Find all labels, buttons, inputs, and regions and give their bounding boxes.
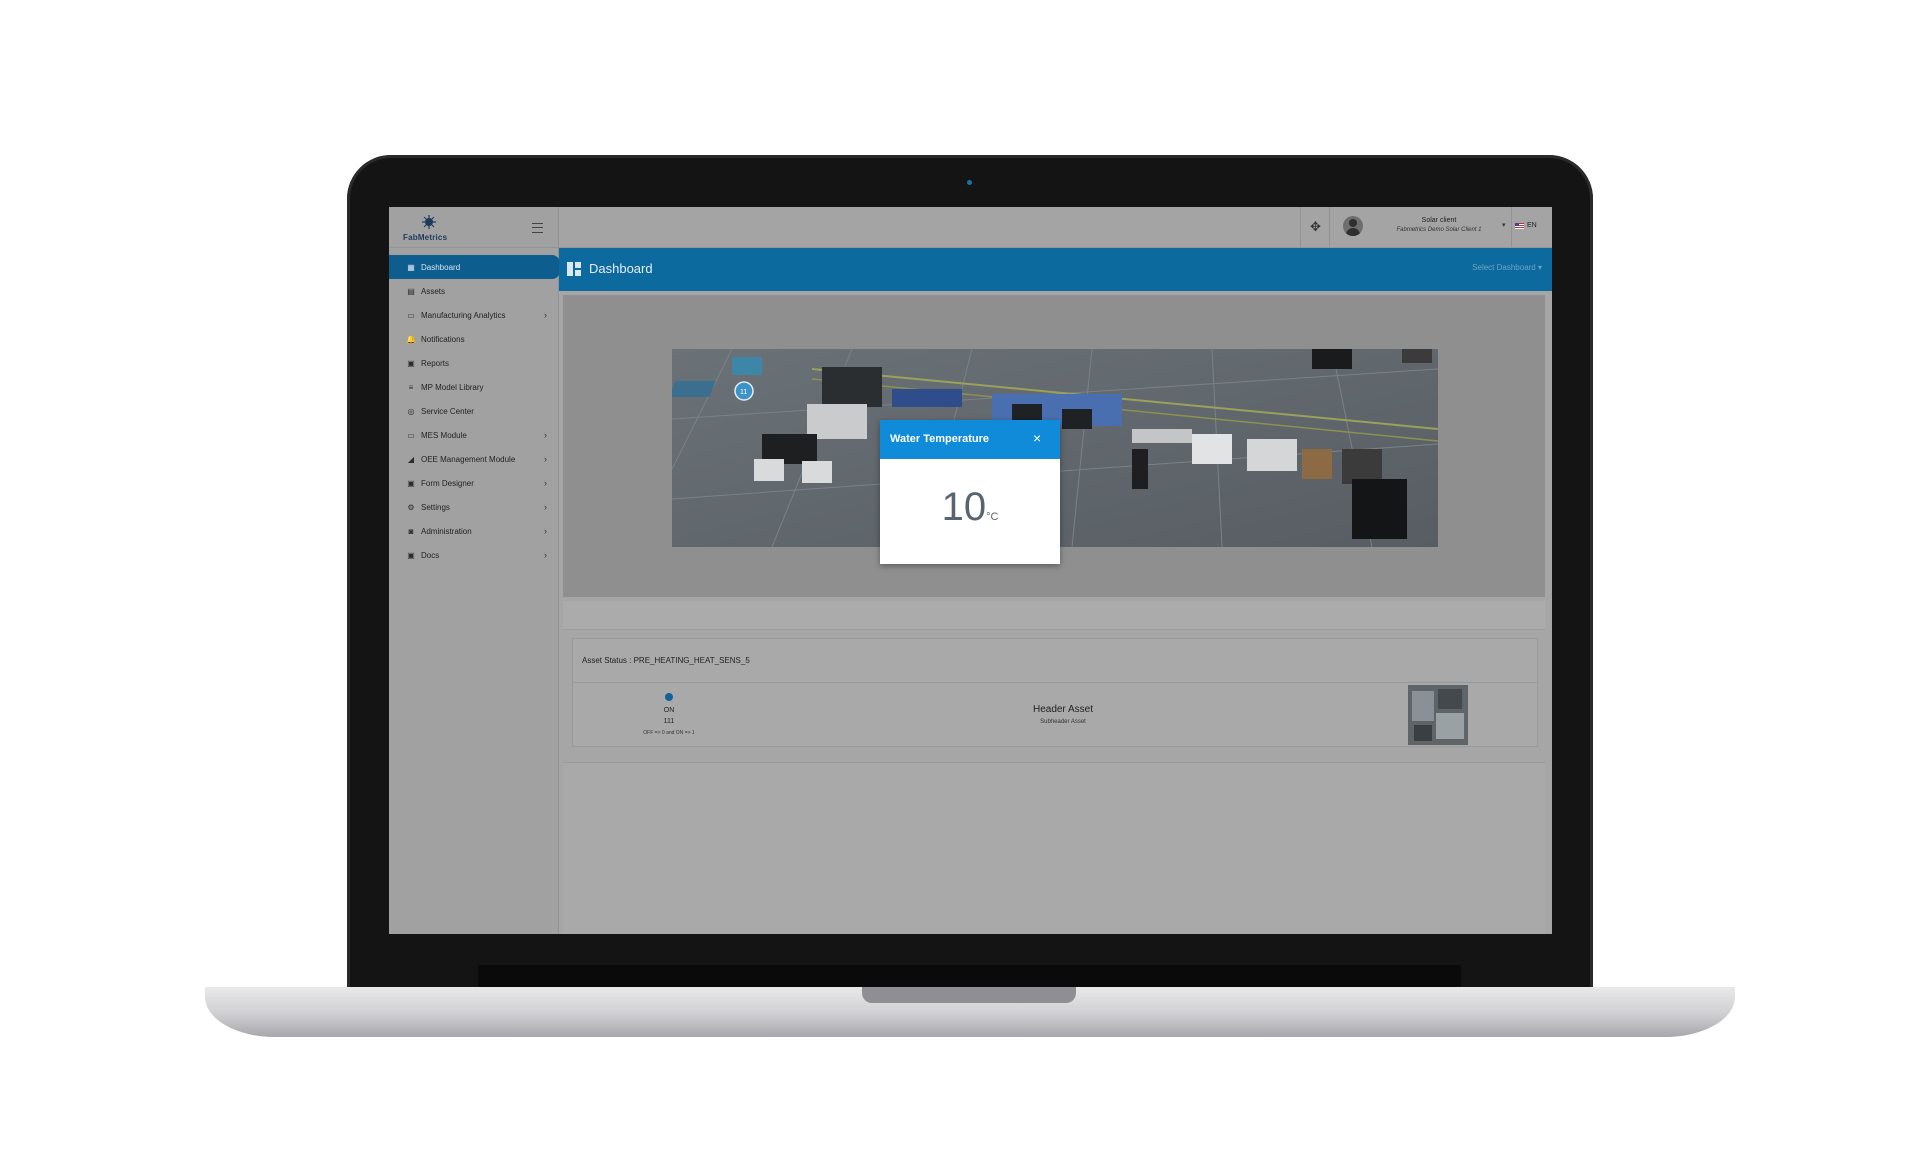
- chevron-right-icon[interactable]: ›: [544, 526, 558, 536]
- asset-status-row: ON 111 OFF => 0 and ON => 1 Header Asset…: [573, 682, 1537, 747]
- asset-header: Header Asset: [1032, 704, 1094, 715]
- modal-header: Water Temperature ×: [880, 420, 1060, 459]
- topbar-divider: [1329, 207, 1330, 247]
- select-dashboard-label[interactable]: Select Dashboard: [1472, 263, 1536, 272]
- doc-icon: ▣: [407, 550, 415, 560]
- sidebar-item-label: Form Designer: [421, 478, 474, 488]
- close-icon[interactable]: ×: [1033, 431, 1041, 445]
- status-indicator-icon: [665, 693, 673, 701]
- temperature-unit: °C: [986, 511, 999, 523]
- chart-icon: ◢: [407, 454, 415, 464]
- language-selector[interactable]: EN: [1527, 222, 1537, 229]
- sidebar-item-label: Settings: [421, 502, 450, 512]
- chevron-right-icon[interactable]: ›: [544, 502, 558, 512]
- sidebar-nav: ▦ Dashboard ▤ Assets ▭ Manufacturing Analytic…: [389, 255, 560, 567]
- camera-icon: [967, 180, 972, 185]
- asset-status-title: Asset Status : PRE_HEATING_HEAT_SENS_5: [582, 656, 750, 665]
- status-rule: OFF => 0 and ON => 1: [643, 730, 695, 736]
- top-bar: ✥ Solar client Fabmetrics Demo Solar Cli…: [559, 207, 1552, 248]
- target-icon: ◎: [407, 406, 415, 416]
- sidebar-item-manufacturing-analytics[interactable]: ▭ Manufacturing Analytics ›: [389, 303, 558, 327]
- status-label: ON: [663, 707, 675, 714]
- modal-title: Water Temperature: [890, 433, 990, 445]
- topbar-divider: [1300, 207, 1301, 247]
- report-icon: ▣: [407, 358, 415, 368]
- chevron-down-icon[interactable]: ▾: [1502, 221, 1506, 229]
- lower-panel: [563, 762, 1545, 934]
- chevron-right-icon[interactable]: ›: [544, 454, 558, 464]
- chevron-right-icon[interactable]: ›: [544, 430, 558, 440]
- logo-text: FabMetrics: [403, 233, 448, 242]
- gear-icon: ⚙: [407, 502, 415, 512]
- water-temperature-modal: Water Temperature × 10°C: [880, 420, 1060, 564]
- laptop-hinge: [478, 965, 1461, 987]
- bell-icon: 🔔: [406, 334, 416, 344]
- asset-subheader: Subheader Asset: [1040, 719, 1086, 725]
- select-dashboard-dropdown[interactable]: Select Dashboard ▾: [1472, 263, 1542, 272]
- topbar-divider: [1511, 207, 1512, 247]
- sidebar-item-label: Notifications: [421, 334, 465, 344]
- screen: FabMetrics ▦ Dashboard ▤ Assets ▭ Manufacturi…: [389, 207, 1552, 934]
- sidebar-item-label: Administration: [421, 526, 472, 536]
- page-title: Dashboard: [589, 261, 653, 276]
- laptop-notch: [862, 987, 1076, 1003]
- admin-icon: ◙: [408, 526, 414, 536]
- grid-icon: ▦: [407, 262, 415, 272]
- dashboard-content: 11 Asset Status : PRE_HEATING_HEAT_SENS_…: [559, 291, 1552, 934]
- user-name[interactable]: Solar client: [1379, 217, 1499, 224]
- sidebar-item-label: OEE Management Module: [421, 454, 516, 464]
- sidebar-item-administration[interactable]: ◙ Administration ›: [389, 519, 558, 543]
- form-icon: ▣: [407, 478, 415, 488]
- hamburger-menu-icon[interactable]: [532, 223, 543, 233]
- status-value: 111: [663, 718, 675, 725]
- sidebar-item-mes-module[interactable]: ▭ MES Module ›: [389, 423, 558, 447]
- sidebar: FabMetrics ▦ Dashboard ▤ Assets ▭ Manufacturi…: [389, 207, 560, 934]
- sidebar-item-label: Service Center: [421, 406, 474, 416]
- sidebar-item-service-center[interactable]: ◎ Service Center: [389, 399, 558, 423]
- sidebar-item-label: Assets: [421, 286, 446, 296]
- sidebar-item-label: Reports: [421, 358, 450, 368]
- sidebar-item-mp-model-library[interactable]: ≡ MP Model Library: [389, 375, 558, 399]
- us-flag-icon[interactable]: [1515, 223, 1524, 229]
- sidebar-item-form-designer[interactable]: ▣ Form Designer ›: [389, 471, 558, 495]
- sidebar-item-notifications[interactable]: 🔔 Notifications: [389, 327, 558, 351]
- chevron-right-icon[interactable]: ›: [544, 478, 558, 488]
- avatar[interactable]: [1343, 216, 1363, 236]
- sidebar-item-docs[interactable]: ▣ Docs ›: [389, 543, 558, 567]
- sidebar-item-dashboard[interactable]: ▦ Dashboard: [389, 255, 560, 279]
- sidebar-item-label: Manufacturing Analytics: [421, 310, 506, 320]
- dashboard-header: Dashboard Select Dashboard ▾: [559, 248, 1552, 291]
- sidebar-item-assets[interactable]: ▤ Assets: [389, 279, 558, 303]
- sidebar-item-settings[interactable]: ⚙ Settings ›: [389, 495, 558, 519]
- chevron-right-icon[interactable]: ›: [544, 550, 558, 560]
- sidebar-item-label: MP Model Library: [421, 382, 484, 392]
- logo-icon: [422, 215, 436, 229]
- sidebar-item-reports[interactable]: ▣ Reports: [389, 351, 558, 375]
- dashboard-grid-icon: [567, 262, 581, 276]
- monitor-icon: ▭: [407, 310, 415, 320]
- list-icon: ≡: [408, 382, 414, 392]
- puzzle-icon[interactable]: ✥: [1310, 219, 1321, 235]
- sidebar-item-label: Docs: [421, 550, 440, 560]
- laptop-icon: ▭: [407, 430, 415, 440]
- temperature-readout: 10°C: [880, 485, 1060, 530]
- chevron-right-icon[interactable]: ›: [544, 310, 558, 320]
- sidebar-item-label: Dashboard: [421, 262, 461, 272]
- user-organization: Fabmetrics Demo Solar Client 1: [1396, 227, 1482, 233]
- sidebar-item-label: MES Module: [421, 430, 467, 440]
- box-icon: ▤: [407, 286, 415, 296]
- svg-text:11: 11: [740, 389, 747, 396]
- section-divider-strip: [563, 601, 1545, 630]
- sidebar-item-oee-management-module[interactable]: ◢ OEE Management Module ›: [389, 447, 558, 471]
- logo-area: FabMetrics: [389, 207, 558, 248]
- asset-status-card: Asset Status : PRE_HEATING_HEAT_SENS_5 O…: [572, 638, 1538, 747]
- temperature-value: 10: [941, 485, 987, 529]
- asset-thumbnail-image: [1408, 685, 1468, 745]
